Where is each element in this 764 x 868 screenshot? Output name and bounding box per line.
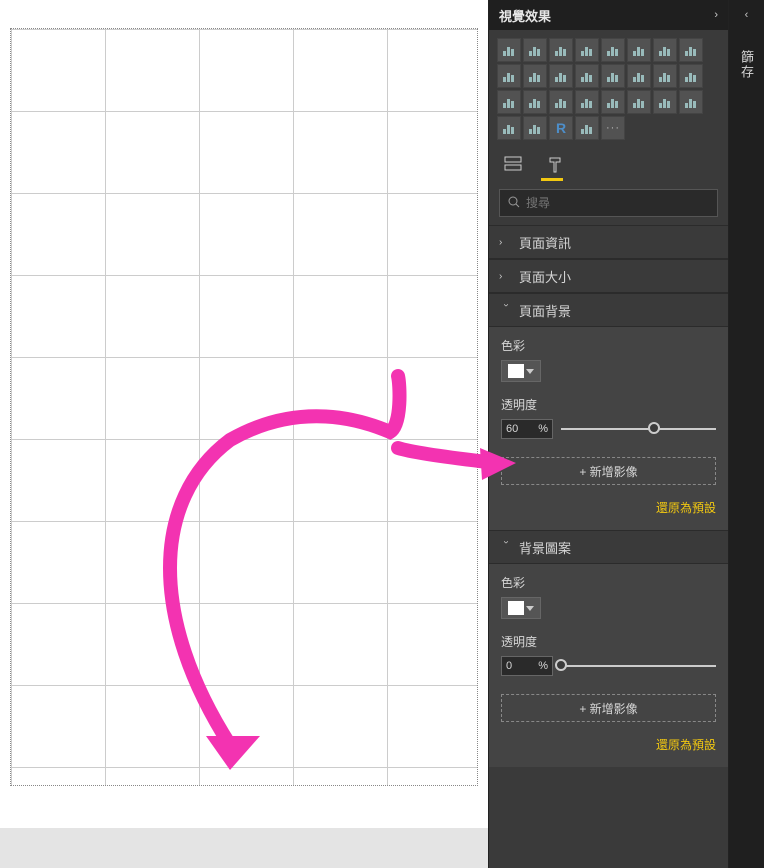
color-swatch-box bbox=[508, 364, 524, 378]
section-label: 頁面大小 bbox=[519, 267, 571, 286]
viz-gallery: R ··· bbox=[489, 30, 728, 144]
viz-r-icon[interactable]: R bbox=[549, 116, 573, 140]
search-icon bbox=[508, 196, 520, 211]
background-pattern-panel: 色彩 透明度 0 % + 新增影像 還原為預設 bbox=[489, 564, 728, 767]
section-label: 背景圖案 bbox=[519, 538, 571, 557]
chevron-down-icon bbox=[526, 369, 534, 374]
active-tab-underline bbox=[541, 178, 563, 181]
viz-kpi-icon[interactable] bbox=[653, 90, 677, 114]
chevron-right-icon: › bbox=[499, 271, 513, 282]
opacity-label: 透明度 bbox=[501, 633, 716, 650]
search-box[interactable] bbox=[499, 189, 718, 217]
color-label: 色彩 bbox=[501, 574, 716, 591]
viz-scatter-icon[interactable] bbox=[601, 64, 625, 88]
add-image-button[interactable]: + 新增影像 bbox=[501, 694, 716, 722]
canvas-footer-strip bbox=[0, 828, 488, 868]
chevron-down-icon bbox=[526, 606, 534, 611]
opacity-unit: % bbox=[538, 660, 548, 672]
viz-treemap-icon[interactable] bbox=[679, 64, 703, 88]
report-canvas[interactable] bbox=[0, 0, 488, 868]
format-tab-icon[interactable] bbox=[545, 154, 565, 174]
opacity-slider[interactable] bbox=[561, 421, 716, 437]
opacity-input[interactable]: 0 % bbox=[501, 656, 553, 676]
viz-map-icon[interactable] bbox=[497, 90, 521, 114]
chevron-right-icon: › bbox=[499, 237, 513, 248]
viz-table-icon[interactable] bbox=[497, 116, 521, 140]
viz-area-icon[interactable] bbox=[679, 38, 703, 62]
viz-pie-icon[interactable] bbox=[627, 64, 651, 88]
color-picker[interactable] bbox=[501, 360, 541, 382]
section-page-size[interactable]: › 頁面大小 bbox=[489, 259, 728, 293]
opacity-label: 透明度 bbox=[501, 396, 716, 413]
opacity-slider[interactable] bbox=[561, 658, 716, 674]
viz-gauge-icon[interactable] bbox=[575, 90, 599, 114]
page-background-panel: 色彩 透明度 60 % + 新增影像 還原為預設 bbox=[489, 327, 728, 530]
section-page-info[interactable]: › 頁面資訊 bbox=[489, 225, 728, 259]
viz-filled-map-icon[interactable] bbox=[523, 90, 547, 114]
collapsed-filters-pane[interactable]: ‹ 篩存 bbox=[728, 0, 764, 868]
reset-link[interactable]: 還原為預設 bbox=[501, 499, 716, 516]
report-page[interactable] bbox=[10, 28, 478, 786]
viz-clustered-bar-icon[interactable] bbox=[523, 38, 547, 62]
viz-stacked-column-icon[interactable] bbox=[549, 38, 573, 62]
pane-header: 視覺效果 › bbox=[489, 0, 728, 30]
collapsed-pane-label: 篩存 bbox=[737, 50, 756, 80]
opacity-value: 0 bbox=[506, 660, 512, 672]
opacity-unit: % bbox=[538, 423, 548, 435]
viz-stacked-bar-icon[interactable] bbox=[497, 38, 521, 62]
viz-multi-card-icon[interactable] bbox=[627, 90, 651, 114]
color-label: 色彩 bbox=[501, 337, 716, 354]
search-input[interactable] bbox=[526, 196, 709, 210]
opacity-input[interactable]: 60 % bbox=[501, 419, 553, 439]
chevron-down-icon: › bbox=[501, 303, 512, 317]
opacity-value: 60 bbox=[506, 423, 518, 435]
section-background-pattern[interactable]: › 背景圖案 bbox=[489, 530, 728, 564]
expand-pane-chevron-icon[interactable]: ‹ bbox=[729, 0, 764, 30]
viz-python-globe-icon[interactable] bbox=[575, 116, 599, 140]
viz-line-column-icon[interactable] bbox=[523, 64, 547, 88]
viz-card-icon[interactable] bbox=[601, 90, 625, 114]
format-tabs bbox=[489, 144, 728, 180]
viz-funnel-icon[interactable] bbox=[549, 90, 573, 114]
opacity-control: 0 % bbox=[501, 656, 716, 676]
viz-waterfall-icon[interactable] bbox=[575, 64, 599, 88]
collapse-pane-icon[interactable]: › bbox=[714, 9, 718, 21]
viz-donut-icon[interactable] bbox=[653, 64, 677, 88]
viz-matrix-icon[interactable] bbox=[523, 116, 547, 140]
opacity-control: 60 % bbox=[501, 419, 716, 439]
app-root: 視覺效果 › R ··· › 頁面資訊 › 頁面大小 bbox=[0, 0, 764, 868]
chevron-down-icon: › bbox=[501, 540, 512, 554]
viz-100-column-icon[interactable] bbox=[627, 38, 651, 62]
viz-100-bar-icon[interactable] bbox=[601, 38, 625, 62]
viz-ribbon-icon[interactable] bbox=[549, 64, 573, 88]
fields-tab-icon[interactable] bbox=[503, 154, 523, 174]
reset-link[interactable]: 還原為預設 bbox=[501, 736, 716, 753]
section-label: 頁面資訊 bbox=[519, 233, 571, 252]
section-page-background[interactable]: › 頁面背景 bbox=[489, 293, 728, 327]
visualizations-pane: 視覺效果 › R ··· › 頁面資訊 › 頁面大小 bbox=[488, 0, 728, 868]
color-picker[interactable] bbox=[501, 597, 541, 619]
section-label: 頁面背景 bbox=[519, 301, 571, 320]
viz-slicer-icon[interactable] bbox=[679, 90, 703, 114]
viz-clustered-column-icon[interactable] bbox=[575, 38, 599, 62]
add-image-button[interactable]: + 新增影像 bbox=[501, 457, 716, 485]
viz-more-icon[interactable]: ··· bbox=[601, 116, 625, 140]
color-swatch-box bbox=[508, 601, 524, 615]
pane-title: 視覺效果 bbox=[499, 6, 551, 25]
viz-line-icon[interactable] bbox=[653, 38, 677, 62]
viz-stacked-area-icon[interactable] bbox=[497, 64, 521, 88]
